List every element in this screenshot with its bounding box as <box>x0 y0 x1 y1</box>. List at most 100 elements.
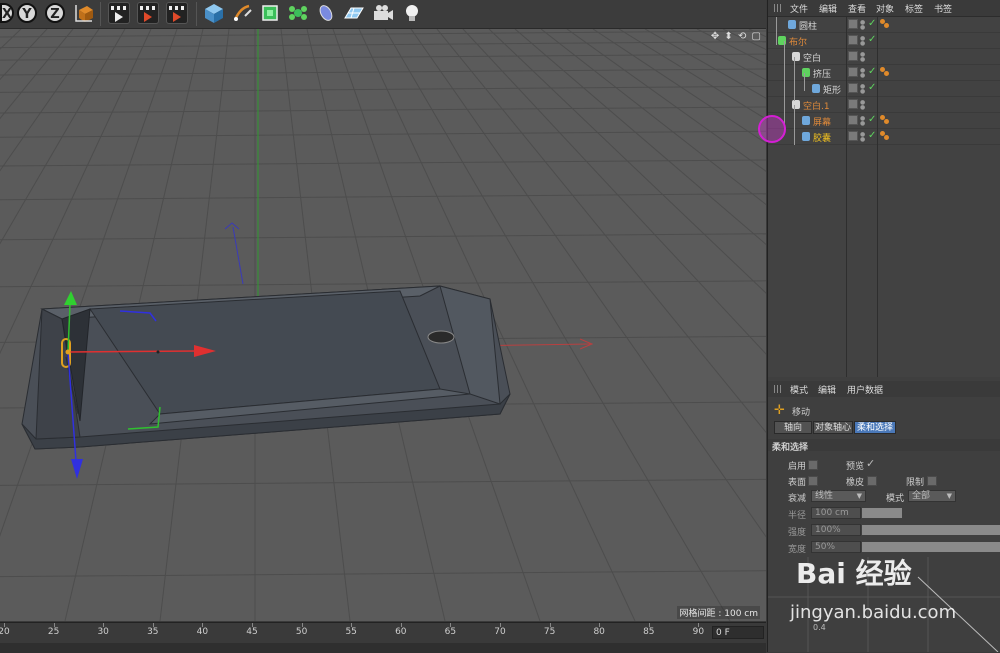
clapper-settings-icon[interactable] <box>166 2 188 24</box>
pen-icon[interactable] <box>231 2 253 24</box>
gizmo-x-axis[interactable] <box>67 350 199 353</box>
layer-icon[interactable] <box>848 67 858 77</box>
cloner-icon[interactable] <box>287 2 309 24</box>
menu-object[interactable]: 对象 <box>876 2 894 15</box>
current-frame-field[interactable]: 0 F <box>712 626 764 639</box>
visibility-dots[interactable]: ● ● <box>860 68 865 79</box>
object-name[interactable]: 胶囊 <box>813 131 831 144</box>
z-axis-lock-button[interactable]: Z <box>45 3 65 23</box>
gizmo-z-arrow[interactable] <box>71 459 83 479</box>
clapper-render-view-icon[interactable] <box>137 2 159 24</box>
material-tag-icon[interactable] <box>880 67 894 77</box>
object-flags[interactable]: ● ● ✓ <box>848 114 876 127</box>
object-row[interactable]: 挤压 ● ● ✓ <box>768 65 1000 81</box>
visibility-dots[interactable]: ● ● <box>860 116 865 127</box>
grip-icon[interactable] <box>774 385 783 393</box>
layer-icon[interactable] <box>848 115 858 125</box>
mode-dropdown[interactable]: 全部 ▼ <box>908 490 956 502</box>
object-row[interactable]: 屏幕 ● ● ✓ <box>768 113 1000 129</box>
subdivision-icon[interactable] <box>259 2 281 24</box>
object-name[interactable]: 屏幕 <box>813 115 831 128</box>
object-name[interactable]: 布尔 <box>789 35 807 48</box>
timeline[interactable]: 20 25 30 35 40 45 50 55 60 65 70 75 80 85 90 0 F <box>0 622 766 653</box>
layer-icon[interactable] <box>848 51 858 61</box>
floor-icon[interactable] <box>343 2 365 24</box>
x-axis-lock-button[interactable]: X <box>0 3 14 23</box>
enabled-check-icon[interactable]: ✓ <box>868 18 876 29</box>
visibility-dots[interactable]: ● ● <box>860 20 865 31</box>
y-axis-lock-button[interactable]: Y <box>17 3 37 23</box>
object-flags[interactable]: ● ● ✓ <box>848 130 876 143</box>
rubber-checkbox[interactable] <box>867 476 877 486</box>
object-row[interactable]: 空白.1 ● ● <box>768 97 1000 113</box>
object-name[interactable]: 空白.1 <box>803 99 830 112</box>
enabled-check-icon[interactable]: ✓ <box>868 82 876 93</box>
visibility-dots[interactable]: ● ● <box>860 132 865 143</box>
menu-attr-edit[interactable]: 编辑 <box>818 383 836 396</box>
enabled-check-icon[interactable]: ✓ <box>868 34 876 45</box>
radius-slider[interactable] <box>862 508 902 518</box>
tab-soft-selection[interactable]: 柔和选择 <box>854 421 896 434</box>
enabled-check-icon[interactable]: ✓ <box>868 130 876 141</box>
strength-slider[interactable] <box>862 525 1000 535</box>
material-tag-icon[interactable] <box>880 19 894 29</box>
menu-mode[interactable]: 模式 <box>790 383 808 396</box>
object-flags[interactable]: ● ● ✓ <box>848 34 876 47</box>
cube-icon[interactable] <box>203 2 225 24</box>
object-name[interactable]: 挤压 <box>813 67 831 80</box>
clapper-render-icon[interactable] <box>108 2 130 24</box>
visibility-dots[interactable]: ● ● <box>860 36 865 47</box>
falloff-dropdown[interactable]: 线性 ▼ <box>811 490 866 502</box>
material-tag-icon[interactable] <box>880 115 894 125</box>
visibility-dots[interactable]: ● ● <box>860 100 865 111</box>
object-flags[interactable]: ● ● ✓ <box>848 66 876 79</box>
object-name[interactable]: 矩形 <box>823 83 841 96</box>
material-tag-icon[interactable] <box>880 131 894 141</box>
layer-icon[interactable] <box>848 83 858 93</box>
object-list[interactable]: 圆柱 ● ● ✓ 布尔 ● ● ✓ 空白 ● ● 挤压 ● ● ✓ 矩形 ● ● ✓ 空白.1 ● ● 屏幕 ● ● ✓ 胶囊 ● ● ✓ <box>768 17 1000 377</box>
preview-checkbox[interactable]: ✓ <box>866 457 875 470</box>
grip-icon[interactable] <box>774 4 783 12</box>
strength-field[interactable]: 100% <box>811 524 861 536</box>
object-row[interactable]: 空白 ● ● <box>768 49 1000 65</box>
object-flags[interactable]: ● ● <box>848 51 876 63</box>
object-name[interactable]: 空白 <box>803 51 821 64</box>
camera-icon[interactable] <box>372 2 394 24</box>
visibility-dots[interactable]: ● ● <box>860 84 865 95</box>
restrict-checkbox[interactable] <box>927 476 937 486</box>
object-row[interactable]: 布尔 ● ● ✓ <box>768 33 1000 49</box>
gizmo-center[interactable] <box>65 349 71 355</box>
visibility-dots[interactable]: ● ● <box>860 52 865 63</box>
gizmo-y-arrow[interactable] <box>64 291 77 305</box>
phone-model[interactable] <box>21 285 511 450</box>
menu-edit[interactable]: 编辑 <box>819 2 837 15</box>
menu-file[interactable]: 文件 <box>790 2 808 15</box>
object-row[interactable]: 圆柱 ● ● ✓ <box>768 17 1000 33</box>
viewport-nav-icons[interactable]: ✥ ⬍ ⟲ ▢ <box>711 31 762 42</box>
enabled-check-icon[interactable]: ✓ <box>868 66 876 77</box>
object-name[interactable]: 圆柱 <box>799 19 817 32</box>
layer-icon[interactable] <box>848 19 858 29</box>
coordinate-icon[interactable] <box>73 2 95 24</box>
object-row[interactable]: 胶囊 ● ● ✓ <box>768 129 1000 145</box>
layer-icon[interactable] <box>848 131 858 141</box>
object-flags[interactable]: ● ● <box>848 99 876 111</box>
object-flags[interactable]: ● ● ✓ <box>848 18 876 31</box>
surface-checkbox[interactable] <box>808 476 818 486</box>
deformer-icon[interactable] <box>315 2 337 24</box>
light-icon[interactable] <box>401 2 423 24</box>
tab-axis[interactable]: 轴向 <box>774 421 812 434</box>
menu-bookmarks[interactable]: 书签 <box>934 2 952 15</box>
viewport-canvas[interactable] <box>0 29 766 621</box>
layer-icon[interactable] <box>848 35 858 45</box>
object-flags[interactable]: ● ● ✓ <box>848 82 876 95</box>
object-row[interactable]: 矩形 ● ● ✓ <box>768 81 1000 97</box>
menu-tags[interactable]: 标签 <box>905 2 923 15</box>
radius-field[interactable]: 100 cm <box>811 507 861 519</box>
menu-user-data[interactable]: 用户数据 <box>847 383 883 396</box>
menu-view[interactable]: 查看 <box>848 2 866 15</box>
enabled-check-icon[interactable]: ✓ <box>868 114 876 125</box>
layer-icon[interactable] <box>848 99 858 109</box>
tab-object-axis[interactable]: 对象轴心 <box>813 421 853 434</box>
3d-viewport[interactable]: ✥ ⬍ ⟲ ▢ 网格间距 : 100 cm <box>0 29 766 621</box>
